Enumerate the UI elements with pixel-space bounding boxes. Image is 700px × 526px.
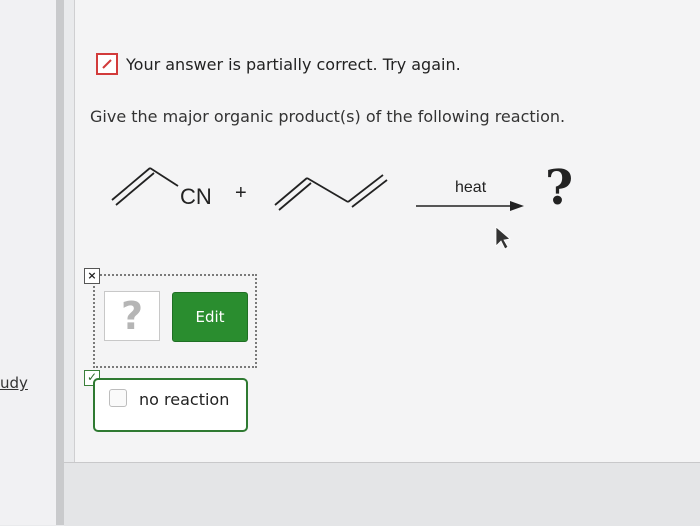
- no-reaction-label: no reaction: [139, 390, 230, 409]
- close-icon[interactable]: ×: [84, 268, 100, 284]
- no-reaction-option[interactable]: no reaction: [93, 378, 248, 432]
- mouse-cursor-icon: [495, 226, 511, 250]
- heat-condition-label: heat: [455, 179, 487, 196]
- empty-answer-placeholder[interactable]: ?: [104, 291, 160, 341]
- reaction-arrow: [416, 201, 524, 211]
- plus-sign: +: [235, 182, 247, 204]
- no-reaction-checkbox[interactable]: [109, 389, 127, 407]
- product-unknown-mark: ?: [545, 160, 574, 216]
- butadiene-structure: [274, 174, 388, 211]
- acrylonitrile-structure: [111, 167, 179, 206]
- reaction-scheme: [111, 167, 524, 250]
- edit-button[interactable]: Edit: [172, 292, 248, 342]
- cn-group-label: CN: [180, 184, 212, 209]
